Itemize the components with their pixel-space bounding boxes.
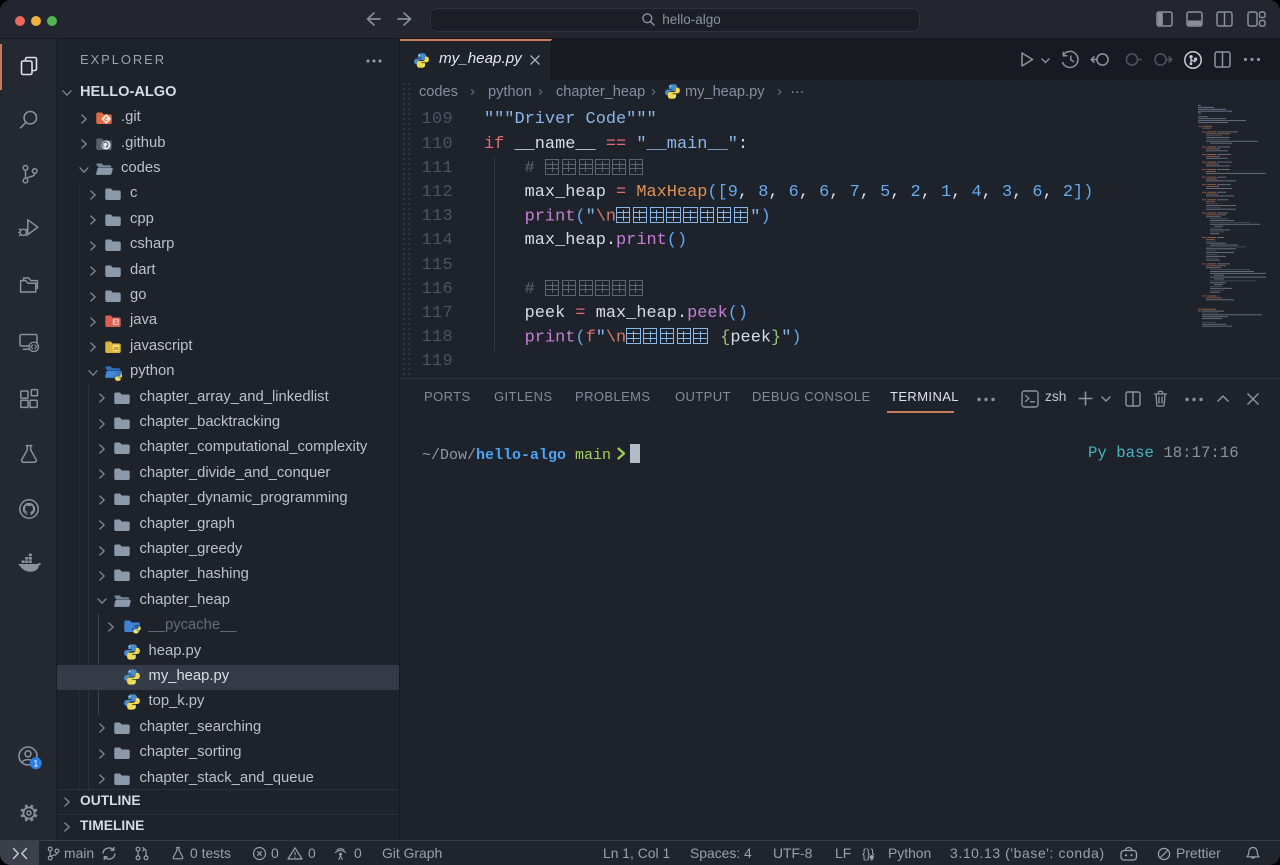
svg-text:1: 1	[33, 758, 38, 768]
